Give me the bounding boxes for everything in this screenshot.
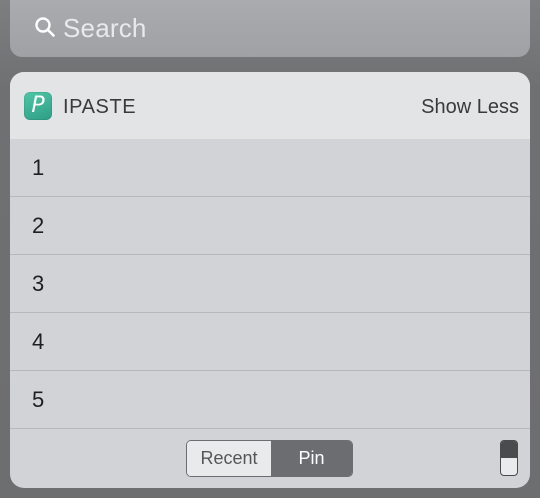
clip-item-label: 4 xyxy=(32,329,45,354)
toggle-icon[interactable] xyxy=(500,440,518,476)
clip-list-item[interactable]: 5 xyxy=(10,371,530,429)
search-placeholder[interactable]: Search xyxy=(63,13,147,44)
tab-recent[interactable]: Recent xyxy=(187,441,271,476)
clip-list: 1 2 3 4 5 xyxy=(10,139,530,429)
tab-pin[interactable]: Pin xyxy=(271,441,352,476)
show-less-button[interactable]: Show Less xyxy=(421,96,519,119)
app-icon-letter: P xyxy=(31,93,45,118)
clip-item-label: 5 xyxy=(32,387,45,412)
search-bar[interactable]: Search xyxy=(10,0,530,57)
search-icon xyxy=(35,17,55,37)
clip-item-label: 2 xyxy=(32,213,45,238)
clip-list-item[interactable]: 2 xyxy=(10,197,530,255)
clip-list-item[interactable]: 3 xyxy=(10,255,530,313)
ipaste-app-icon: P xyxy=(24,92,52,120)
clip-item-label: 3 xyxy=(32,271,45,296)
toggle-fill xyxy=(501,441,517,458)
clip-item-label: 1 xyxy=(32,155,45,180)
recent-pin-segmented-control: Recent Pin xyxy=(186,440,353,477)
ipaste-widget: P IPASTE Show Less 1 2 3 4 5 Recent Pin xyxy=(10,72,530,488)
clip-list-item[interactable]: 4 xyxy=(10,313,530,371)
widget-header: P IPASTE Show Less xyxy=(10,72,530,139)
clip-list-item[interactable]: 1 xyxy=(10,139,530,197)
widget-app-name: IPASTE xyxy=(63,96,137,118)
